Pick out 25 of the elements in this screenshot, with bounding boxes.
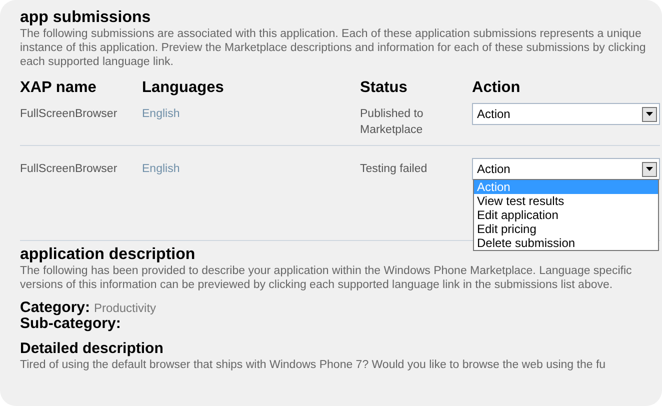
field-value: Productivity [94,301,156,315]
field-label: Sub-category: [20,315,121,332]
table-cell-text: FullScreenBrowser [20,162,118,177]
dropdown-value: Action [477,162,510,176]
section-description: The following submissions are associated with this application. Each of these application submissions represents a unique instance of this application. Preview the Marketplace descriptions and information for each of these submissions by clicking each supported language link. [20,27,647,69]
column-header: Languages [142,79,225,97]
action-dropdown[interactable]: Action [472,103,660,125]
dropdown-value: Action [477,107,510,121]
subsection-heading: Detailed description [20,340,164,357]
status-cell-text: Testing failed [360,162,428,177]
table-cell-text: FullScreenBrowser [20,107,118,122]
dropdown-option[interactable]: View test results [474,194,658,208]
dropdown-option[interactable]: Edit application [474,208,658,222]
action-dropdown[interactable]: Action [472,158,660,180]
section-heading: application description [20,245,196,264]
column-header: Action [472,79,522,97]
description-text: Tired of using the default browser that ships with Windows Phone 7? Would you like to browse the web using the fu [20,358,607,372]
field-label: Category: [20,299,90,316]
column-header: Status [360,79,408,97]
dropdown-option[interactable]: Delete submission [474,236,658,250]
status-cell-text: Published to Marketplace [360,107,424,138]
section-heading: app submissions [20,8,151,27]
section-description: The following has been provided to describe your application within the Windows Phone Marketplace. Language specific versions of this information can be previewed by clicking each supported language link in the submissions list above. [20,264,633,292]
dropdown-option[interactable]: Edit pricing [474,222,658,236]
column-header: XAP name [20,79,98,97]
